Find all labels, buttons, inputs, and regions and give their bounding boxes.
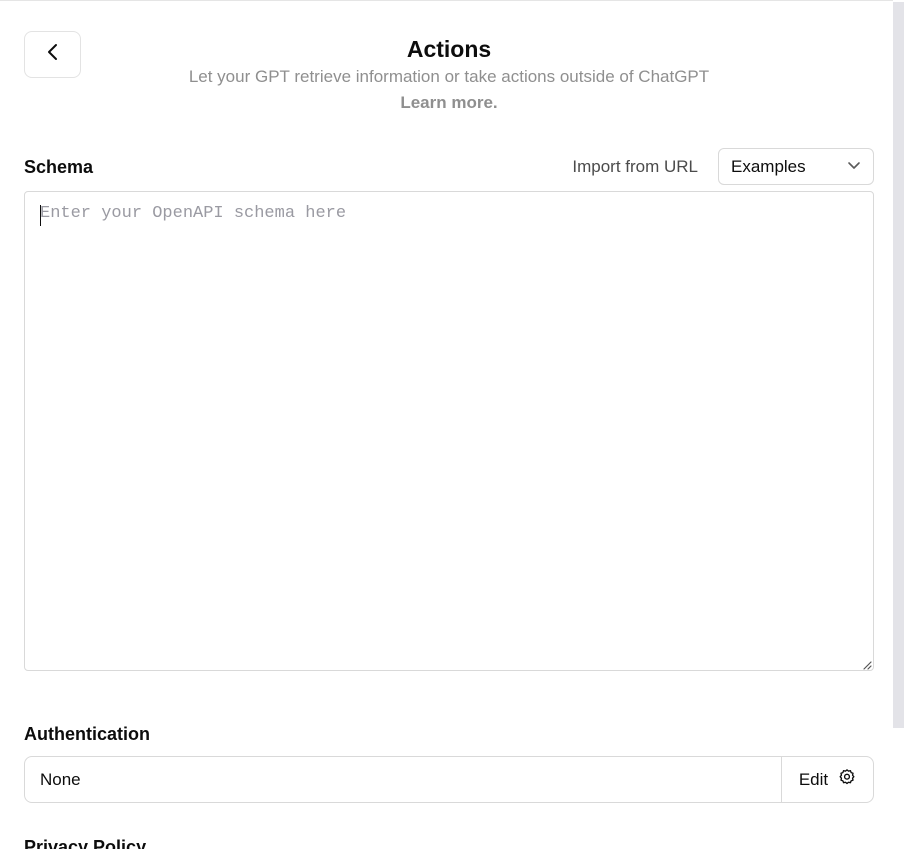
page-title: Actions [406, 36, 492, 62]
text-cursor [40, 205, 41, 226]
schema-editor [24, 191, 874, 671]
authentication-label: Authentication [24, 724, 150, 744]
page-header: Actions Let your GPT retrieve informatio… [0, 34, 898, 116]
actions-page: Actions Let your GPT retrieve informatio… [0, 0, 904, 849]
privacy-policy-label: Privacy Policy [24, 837, 147, 849]
scrollbar-track[interactable] [893, 0, 904, 849]
authentication-field: None Edit [24, 756, 874, 803]
learn-more-link[interactable]: Learn more. [400, 90, 497, 116]
import-from-url-button[interactable]: Import from URL [572, 155, 698, 179]
chevron-down-icon [847, 158, 861, 176]
gear-icon [838, 768, 856, 791]
examples-dropdown-value: Examples [731, 156, 806, 176]
page-subtitle: Let your GPT retrieve information or tak… [188, 67, 710, 86]
schema-label: Schema [24, 157, 94, 177]
authentication-edit-button[interactable]: Edit [781, 757, 873, 802]
top-divider [0, 0, 893, 1]
examples-dropdown[interactable]: Examples [718, 148, 874, 185]
schema-input[interactable] [25, 192, 873, 670]
resize-handle-icon[interactable] [860, 657, 872, 670]
edit-label: Edit [798, 769, 829, 789]
authentication-value: None [40, 769, 81, 789]
scrollbar-thumb[interactable] [893, 2, 904, 728]
